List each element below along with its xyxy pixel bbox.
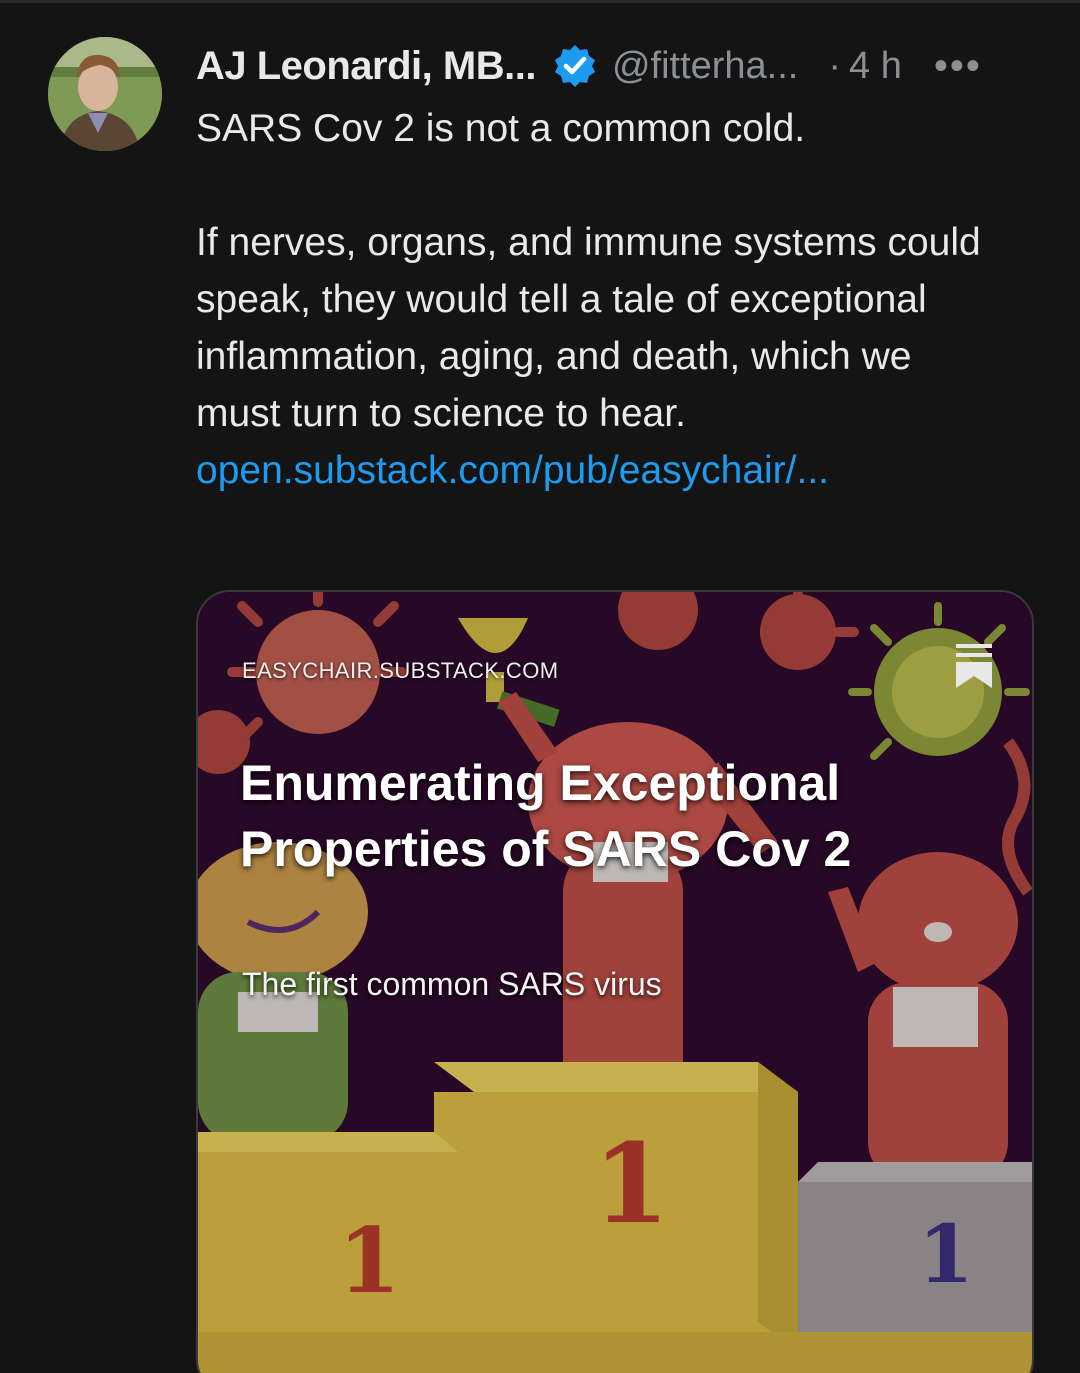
author-handle[interactable]: @fitterha... bbox=[612, 45, 798, 88]
tweet-header: AJ Leonardi, MB... @fitterha... · 4 h ••… bbox=[196, 40, 1036, 92]
verified-badge-icon bbox=[552, 43, 598, 89]
tweet-text-line: SARS Cov 2 is not a common cold. bbox=[196, 107, 806, 150]
top-divider bbox=[0, 0, 1080, 3]
timestamp[interactable]: 4 h bbox=[849, 45, 902, 88]
card-title: Enumerating Exceptional Properties of SA… bbox=[240, 755, 852, 877]
tweet-body: SARS Cov 2 is not a common cold. If nerv… bbox=[196, 100, 1006, 499]
tweet-text-paragraph: If nerves, organs, and immune systems co… bbox=[196, 221, 981, 435]
link-preview-card[interactable]: 1 1 1 EASYCHAIR.SUBSTACK.COM Enumerating… bbox=[196, 590, 1034, 1373]
separator-dot: · bbox=[828, 44, 842, 87]
tweet-link[interactable]: open.substack.com/pub/easychair/... bbox=[196, 449, 829, 492]
card-subtitle: The first common SARS virus bbox=[242, 966, 662, 1002]
more-options-icon[interactable]: ••• bbox=[934, 44, 982, 89]
card-domain: EASYCHAIR.SUBSTACK.COM bbox=[242, 658, 559, 683]
author-name[interactable]: AJ Leonardi, MB... bbox=[196, 44, 536, 89]
bookmark-icon[interactable] bbox=[956, 644, 992, 693]
avatar[interactable] bbox=[48, 37, 162, 151]
